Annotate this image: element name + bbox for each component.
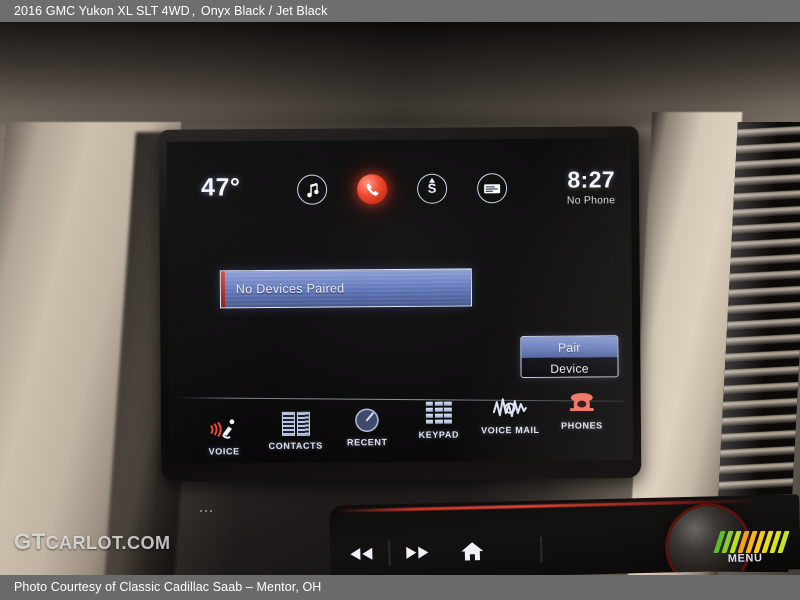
voice-mail-waveform-icon	[493, 394, 528, 422]
toolbar-label-phones: PHONES	[561, 420, 603, 431]
pair-device-button[interactable]: Pair Device	[520, 335, 619, 379]
watermark-carlot: CARLOT.COM	[45, 533, 171, 553]
contacts-book-icon	[281, 410, 310, 438]
toolbar-label-contacts: CONTACTS	[268, 440, 323, 452]
compass-heading: S	[427, 180, 437, 196]
watermark-gt: GT	[14, 529, 46, 554]
compass-navigation-icon[interactable]: S	[417, 173, 448, 204]
toolbar-item-voice[interactable]: VOICE	[189, 415, 259, 457]
phone-status-label: No Phone	[566, 194, 616, 207]
bezel-indicator-dots-bottom	[200, 510, 212, 512]
status-bar: 47° S 8:27 No Phone	[167, 164, 631, 214]
outside-temperature: 47°	[200, 173, 241, 202]
vehicle-caption-bar: 2016 GMC Yukon XL SLT 4WD, Onyx Black / …	[0, 0, 800, 22]
console-button-row	[348, 531, 679, 573]
phone-handset-icon[interactable]	[357, 174, 388, 205]
vehicle-interior-photo: 47° S 8:27 No Phone No Devices Paired Pa…	[0, 22, 800, 575]
pair-device-line2: Device	[521, 357, 618, 379]
toolbar-item-phones[interactable]: PHONES	[547, 389, 617, 431]
phone-toolbar: VOICE CONTACTS RECENT KEYPAD VOICE MAIL …	[189, 392, 617, 463]
toolbar-item-contacts[interactable]: CONTACTS	[260, 410, 330, 452]
music-note-icon[interactable]	[297, 174, 328, 205]
rewind-button[interactable]	[348, 546, 374, 566]
toolbar-label-voice-mail: VOICE MAIL	[481, 424, 540, 436]
toolbar-label-voice: VOICE	[208, 446, 240, 457]
vehicle-colors: Onyx Black / Jet Black	[200, 4, 328, 18]
home-icon[interactable]	[460, 539, 485, 567]
message-card-icon[interactable]	[477, 173, 508, 204]
device-list-row[interactable]: No Devices Paired	[219, 268, 473, 309]
status-icon-group: S	[297, 165, 508, 213]
gtcarlot-color-bars	[713, 531, 790, 553]
toolbar-label-recent: RECENT	[346, 437, 388, 448]
screenshot-root: 2016 GMC Yukon XL SLT 4WD, Onyx Black / …	[0, 0, 800, 600]
voice-recognition-icon	[209, 415, 239, 443]
toolbar-item-keypad[interactable]: KEYPAD	[404, 398, 474, 440]
infotainment-screen[interactable]: 47° S 8:27 No Phone No Devices Paired Pa…	[166, 138, 634, 464]
caption-separator: ,	[191, 4, 196, 18]
fast-forward-button[interactable]	[404, 545, 430, 565]
vehicle-title: 2016 GMC Yukon XL SLT 4WD	[14, 4, 190, 18]
recent-clock-icon	[354, 406, 380, 434]
clock-time: 8:27	[567, 166, 616, 193]
toolbar-item-voice-mail[interactable]: VOICE MAIL	[475, 394, 545, 436]
photo-credit-text: Photo Courtesy of Classic Cadillac Saab …	[14, 580, 322, 594]
device-list-row-label: No Devices Paired	[235, 281, 345, 297]
compass-north-arrow	[429, 177, 436, 183]
clock-block: 8:27 No Phone	[566, 166, 616, 207]
gtcarlot-watermark: GTCARLOT.COM	[14, 529, 171, 555]
toolbar-label-keypad: KEYPAD	[418, 429, 460, 440]
keypad-grid-icon	[425, 399, 452, 427]
photo-credit-bar: Photo Courtesy of Classic Cadillac Saab …	[0, 575, 800, 600]
toolbar-item-recent[interactable]: RECENT	[332, 406, 402, 448]
menu-knob-label: MENU	[727, 552, 763, 566]
pair-device-line1: Pair	[521, 336, 618, 359]
telephone-icon	[567, 389, 597, 417]
